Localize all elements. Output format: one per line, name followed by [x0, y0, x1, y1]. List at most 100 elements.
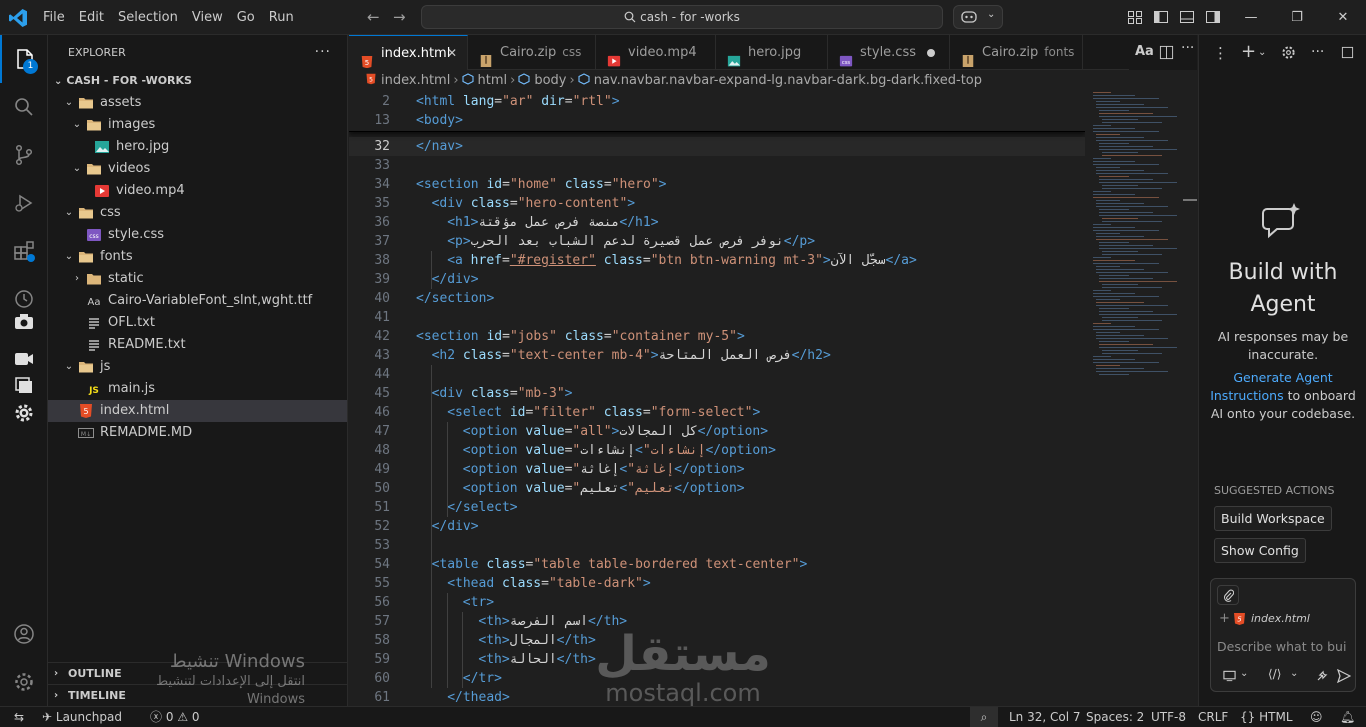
tab-index-html[interactable]: 5 index.html ✕ — [349, 35, 468, 70]
unsaved-dot-icon[interactable] — [927, 49, 935, 57]
more-actions-icon[interactable]: ··· — [1311, 44, 1324, 60]
menu-run[interactable]: Run — [262, 0, 301, 35]
source-control-activity[interactable] — [0, 131, 48, 179]
close-tab-icon[interactable]: ✕ — [447, 36, 457, 70]
code-line[interactable]: 54 <table class="table table-bordered tex… — [349, 555, 1085, 574]
tree-item[interactable]: 5 index.html — [48, 400, 347, 422]
code-line[interactable]: 44 — [349, 365, 1085, 384]
tree-item[interactable]: OFL.txt — [48, 312, 347, 334]
show-config-button[interactable]: Show Config — [1214, 538, 1306, 563]
tree-item[interactable]: video.mp4 — [48, 180, 347, 202]
command-center-search[interactable]: cash - for -works — [421, 5, 943, 29]
split-editor-icon[interactable] — [1159, 45, 1174, 60]
problems-item[interactable]: ⓧ 0 ⚠ 0 — [150, 707, 200, 727]
chat-prompt-input[interactable]: Describe what to build — [1217, 639, 1347, 654]
tab-cairo-zip[interactable]: Cairo.zip css — [468, 35, 596, 70]
workspace-folder-title[interactable]: ⌄ CASH - FOR -WORKS — [48, 70, 347, 92]
send-icon[interactable] — [1337, 669, 1351, 683]
remote-indicator-icon[interactable]: ⇆ — [14, 707, 24, 727]
line-endings[interactable]: CRLF — [1198, 707, 1228, 727]
copy-activity[interactable] — [0, 372, 48, 400]
code-line[interactable]: 35 <div class="hero-content"> — [349, 194, 1085, 213]
zoom-icon[interactable]: ⌕ — [970, 707, 998, 727]
video-activity[interactable] — [0, 345, 48, 373]
code-line[interactable]: 43 <h2 class="text-center mb-4">فرص العمل… — [349, 346, 1085, 365]
tree-item[interactable]: ⌄ fonts — [48, 246, 347, 268]
gear-activity[interactable] — [0, 399, 48, 427]
tree-item[interactable]: ⌄ images — [48, 114, 347, 136]
extensions-activity[interactable] — [0, 227, 48, 275]
copilot-button[interactable]: ⌄ — [953, 5, 1003, 29]
chevron-down-icon[interactable]: ⌄ — [1240, 668, 1248, 679]
more-actions-icon[interactable]: ··· — [1181, 40, 1194, 56]
code-line[interactable]: 56 <tr> — [349, 593, 1085, 612]
breadcrumb-item[interactable]: nav.navbar.navbar-expand-lg.navbar-dark.… — [594, 73, 982, 88]
tree-item[interactable]: ⌄ js — [48, 356, 347, 378]
code-line[interactable]: 55 <thead class="table-dark"> — [349, 574, 1085, 593]
language-mode[interactable]: {} HTML — [1240, 707, 1293, 727]
context-file-chip[interactable]: + 5 index.html — [1217, 609, 1327, 629]
attach-context-button[interactable] — [1217, 585, 1239, 605]
code-line[interactable]: 48 <option value="إنشاءات">إنشاءات </optio… — [349, 441, 1085, 460]
tab-cairo-zip[interactable]: Cairo.zip fonts — [950, 35, 1083, 70]
restore-window-icon[interactable]: ❐ — [1274, 0, 1320, 35]
tree-item[interactable]: ⌄ assets — [48, 92, 347, 114]
more-actions-icon[interactable]: ··· — [315, 35, 331, 70]
camera-activity[interactable] — [0, 307, 48, 337]
launchpad-item[interactable]: ✈ Launchpad — [42, 707, 122, 727]
minimize-window-icon[interactable]: — — [1228, 0, 1274, 35]
search-activity[interactable] — [0, 83, 48, 131]
tree-item[interactable]: ⌄ videos — [48, 158, 347, 180]
chevron-down-icon[interactable]: ⌄ — [1258, 47, 1266, 58]
code-line[interactable]: 49 <option value="إغاثة">إغاثة </option> — [349, 460, 1085, 479]
tree-item[interactable]: hero.jpg — [48, 136, 347, 158]
chevron-down-icon[interactable]: ⌄ — [1290, 668, 1298, 679]
code-line[interactable]: 53 — [349, 536, 1085, 555]
chat-input-box[interactable]: + 5 index.html Describe what to build ⌄ … — [1210, 578, 1356, 692]
tree-item[interactable]: JS main.js — [48, 378, 347, 400]
tree-item[interactable]: ⌄ css — [48, 202, 347, 224]
customize-layout-icon[interactable] — [1127, 9, 1143, 25]
model-picker-icon[interactable]: ⟨/⟩ — [1268, 667, 1281, 681]
code-line[interactable]: 32 </nav> — [349, 137, 1085, 156]
tree-item[interactable]: › static — [48, 268, 347, 290]
maximize-icon[interactable] — [1341, 46, 1354, 59]
tab-style-css[interactable]: css style.css — [828, 35, 950, 70]
code-line[interactable]: 46 <select id="filter" class="form-select… — [349, 403, 1085, 422]
toggle-secondary-sidebar-icon[interactable] — [1205, 9, 1221, 25]
tree-item[interactable]: css style.css — [48, 224, 347, 246]
accounts-activity[interactable] — [0, 610, 48, 658]
minimap[interactable] — [1089, 92, 1183, 392]
device-icon[interactable] — [1223, 670, 1236, 682]
cursor-position[interactable]: Ln 32, Col 7 — [1009, 707, 1081, 727]
scrollbar-thumb[interactable] — [1183, 199, 1197, 201]
code-line[interactable]: 40 </section> — [349, 289, 1085, 308]
menu-file[interactable]: File — [36, 0, 72, 35]
code-line[interactable]: 37 <p>نوفر فرص عمل قصيرة لدعم الشباب بعد … — [349, 232, 1085, 251]
tree-item[interactable]: README.txt — [48, 334, 347, 356]
menu-edit[interactable]: Edit — [72, 0, 111, 35]
code-line[interactable]: 36 <h1>منصة فرص عمل مؤقتة</h1> — [349, 213, 1085, 232]
forward-arrow-icon[interactable]: → — [393, 8, 406, 26]
code-line[interactable]: 41 — [349, 308, 1085, 327]
back-arrow-icon[interactable]: ← — [367, 8, 380, 26]
copilot-status-icon[interactable]: ☺ — [1310, 707, 1323, 727]
close-window-icon[interactable]: ✕ — [1320, 0, 1366, 35]
new-chat-icon[interactable]: + — [1241, 41, 1256, 62]
code-line[interactable]: 42 <section id="jobs" class="container my… — [349, 327, 1085, 346]
more-actions-icon[interactable]: ⋮ — [1213, 44, 1228, 62]
code-line[interactable]: 51 </select> — [349, 498, 1085, 517]
explorer-activity[interactable]: 1 — [0, 35, 48, 83]
menu-view[interactable]: View — [185, 0, 230, 35]
build-workspace-button[interactable]: Build Workspace — [1214, 506, 1332, 531]
encoding[interactable]: UTF-8 — [1151, 707, 1186, 727]
run-debug-activity[interactable] — [0, 179, 48, 227]
code-line[interactable]: 50 <option value="تعليم">تعليم </option> — [349, 479, 1085, 498]
code-line[interactable]: 52 </div> — [349, 517, 1085, 536]
breadcrumb-item[interactable]: index.html — [381, 73, 450, 88]
tools-icon[interactable] — [1315, 669, 1329, 683]
code-line[interactable]: 38 <a href="#register" class="btn btn-war… — [349, 251, 1085, 270]
toggle-sidebar-icon[interactable] — [1153, 9, 1169, 25]
indentation[interactable]: Spaces: 2 — [1086, 707, 1144, 727]
code-line[interactable]: 13 <body> — [349, 111, 1085, 130]
